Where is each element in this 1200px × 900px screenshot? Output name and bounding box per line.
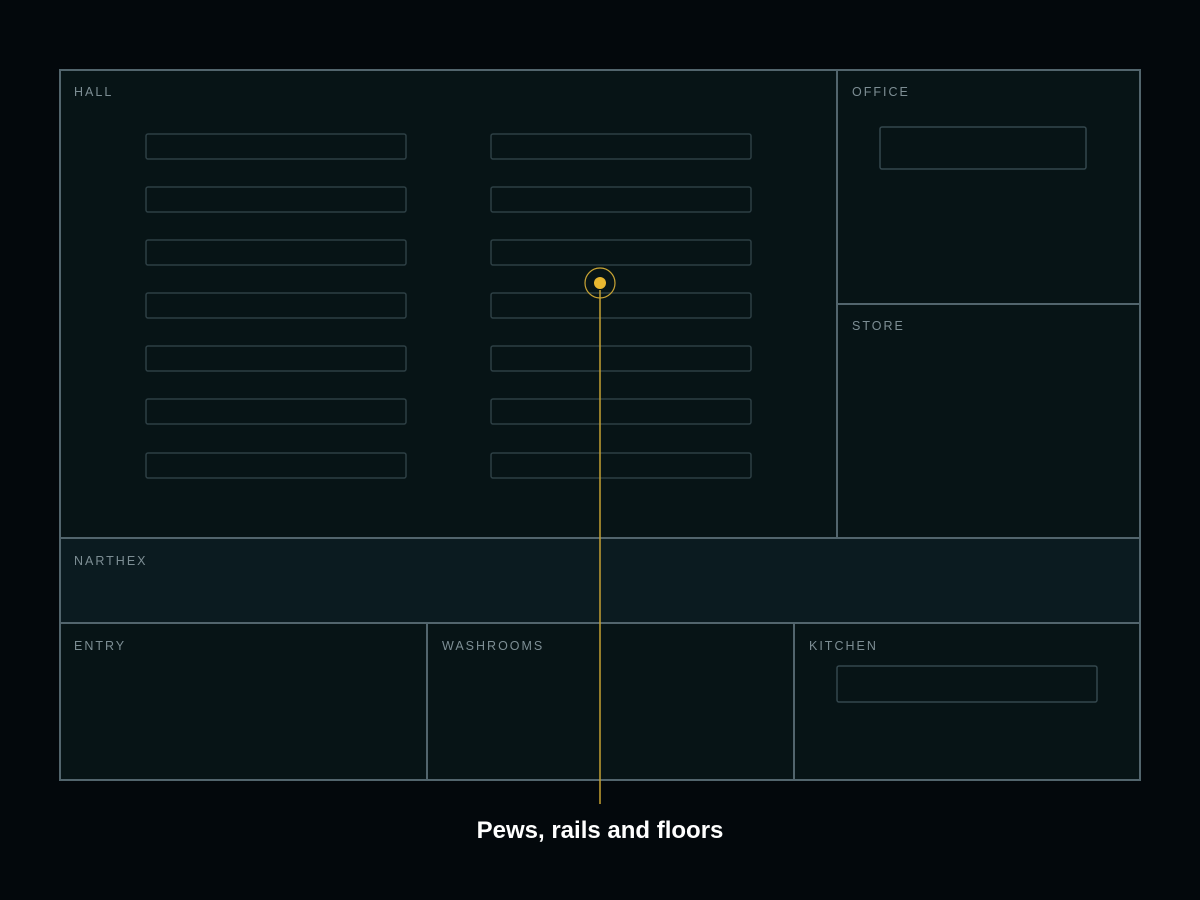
location-marker-dot[interactable] [594, 277, 606, 289]
room-hall[interactable] [59, 69, 838, 539]
room-office[interactable] [836, 69, 1141, 305]
room-label-kitchen: KITCHEN [809, 639, 878, 653]
room-label-washrooms: WASHROOMS [442, 639, 544, 653]
floor-plan: HALL OFFICE STORE NARTHEX ENTRY WASHROOM… [59, 69, 1141, 844]
room-label-store: STORE [852, 319, 905, 333]
room-label-entry: ENTRY [74, 639, 126, 653]
room-label-office: OFFICE [852, 85, 910, 99]
callout-label: Pews, rails and floors [477, 817, 724, 844]
room-label-hall: HALL [74, 85, 113, 99]
room-label-narthex: NARTHEX [74, 554, 148, 568]
room-store[interactable] [836, 303, 1141, 539]
